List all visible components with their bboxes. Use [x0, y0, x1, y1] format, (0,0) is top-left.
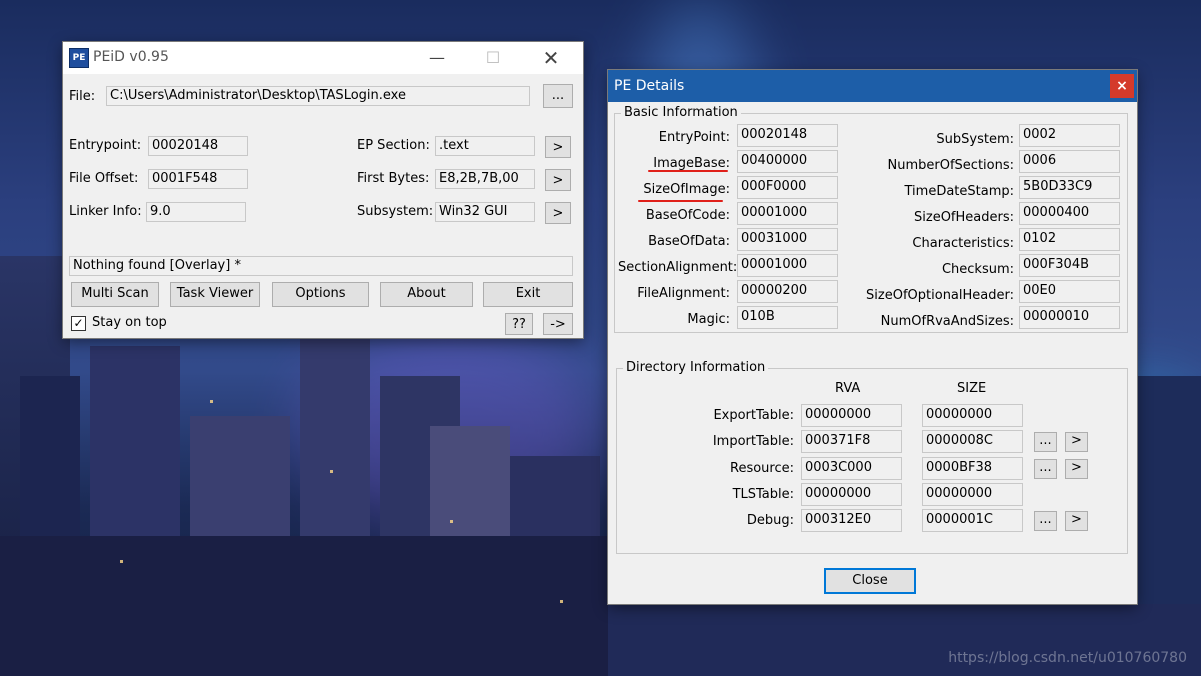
about-button[interactable]: About [380, 282, 473, 307]
basic-left-value[interactable]: 00400000 [737, 150, 838, 173]
basic-right-label: SubSystem: [936, 132, 1014, 147]
basic-right-value[interactable]: 0002 [1019, 124, 1120, 147]
stay-on-top-label: Stay on top [92, 315, 167, 330]
basic-right-label: TimeDateStamp: [904, 184, 1015, 199]
file-label: File: [69, 89, 96, 104]
rva-header: RVA [835, 381, 861, 396]
browse-button[interactable]: ... [543, 84, 573, 108]
directory-label: Debug: [746, 513, 794, 528]
directory-arrow-button[interactable]: > [1065, 459, 1088, 479]
basic-right-value[interactable]: 5B0D33C9 [1019, 176, 1120, 199]
subsystem-field[interactable]: Win32 GUI [435, 202, 535, 222]
basic-left-label: BaseOfData: [648, 234, 730, 249]
directory-info-title: Directory Information [623, 360, 769, 376]
directory-size-field[interactable]: 00000000 [922, 404, 1023, 427]
basic-left-value[interactable]: 00020148 [737, 124, 838, 147]
file-offset-field[interactable]: 0001F548 [148, 169, 248, 189]
basic-right-value[interactable]: 0006 [1019, 150, 1120, 173]
basic-left-label: SizeOfImage: [643, 182, 730, 197]
basic-left-value[interactable]: 000F0000 [737, 176, 838, 199]
basic-right-label: NumOfRvaAndSizes: [880, 314, 1014, 329]
options-button[interactable]: Options [272, 282, 369, 307]
basic-left-label: Magic: [687, 312, 730, 327]
basic-left-value[interactable]: 00001000 [737, 202, 838, 225]
directory-size-field[interactable]: 00000000 [922, 483, 1023, 506]
basic-left-label: SectionAlignment: [618, 260, 738, 275]
basic-right-label: Characteristics: [912, 236, 1014, 251]
pe-details-window: PE Details × Basic Information Directory… [608, 70, 1137, 604]
file-path-field[interactable]: C:\Users\Administrator\Desktop\TASLogin.… [106, 86, 530, 106]
basic-right-value[interactable]: 00E0 [1019, 280, 1120, 303]
basic-right-label: Checksum: [941, 262, 1014, 277]
linker-info-field[interactable]: 9.0 [146, 202, 246, 222]
directory-view-button[interactable]: ... [1034, 459, 1057, 479]
basic-left-value[interactable]: 00001000 [737, 254, 838, 277]
peid-logo-icon: PE [69, 48, 89, 68]
close-button[interactable]: Close [824, 568, 916, 594]
multi-scan-button[interactable]: Multi Scan [71, 282, 159, 307]
red-underline-annotation [638, 200, 723, 202]
watermark-text: https://blog.csdn.net/u010760780 [948, 650, 1187, 666]
close-icon[interactable]: ✕ [529, 46, 573, 70]
directory-arrow-button[interactable]: > [1065, 511, 1088, 531]
basic-left-value[interactable]: 00031000 [737, 228, 838, 251]
peid-window: PE PEiD v0.95 — ☐ ✕ File: C:\Users\Admin… [63, 42, 583, 338]
entrypoint-label: Entrypoint: [69, 138, 142, 153]
directory-rva-field[interactable]: 00000000 [801, 483, 902, 506]
first-bytes-field[interactable]: E8,2B,7B,00 [435, 169, 535, 189]
entrypoint-field[interactable]: 00020148 [148, 136, 248, 156]
pe-details-title: PE Details [614, 78, 685, 94]
basic-right-label: NumberOfSections: [887, 158, 1014, 173]
ep-section-arrow-button[interactable]: > [545, 136, 571, 158]
stay-on-top-checkbox[interactable]: ✓ [71, 316, 86, 331]
directory-size-field[interactable]: 0000008C [922, 430, 1023, 453]
subsystem-arrow-button[interactable]: > [545, 202, 571, 224]
first-bytes-label: First Bytes: [357, 171, 430, 186]
basic-right-value[interactable]: 000F304B [1019, 254, 1120, 277]
pe-details-titlebar[interactable]: PE Details × [608, 70, 1137, 102]
directory-label: ImportTable: [712, 434, 794, 449]
help-button[interactable]: ?? [505, 313, 533, 335]
window-title: PEiD v0.95 [93, 49, 169, 65]
basic-left-label: FileAlignment: [637, 286, 730, 301]
basic-left-label: EntryPoint: [658, 130, 730, 145]
directory-rva-field[interactable]: 000312E0 [801, 509, 902, 532]
directory-size-field[interactable]: 0000001C [922, 509, 1023, 532]
size-header: SIZE [957, 381, 987, 396]
basic-left-value[interactable]: 010B [737, 306, 838, 329]
directory-label: TLSTable: [732, 487, 794, 502]
red-underline-annotation [648, 170, 728, 172]
basic-left-label: BaseOfCode: [645, 208, 730, 223]
first-bytes-arrow-button[interactable]: > [545, 169, 571, 191]
ep-section-label: EP Section: [357, 138, 430, 153]
basic-right-label: SizeOfOptionalHeader: [866, 288, 1014, 303]
directory-rva-field[interactable]: 0003C000 [801, 457, 902, 480]
scan-result-field[interactable]: Nothing found [Overlay] * [69, 256, 573, 276]
basic-right-label: SizeOfHeaders: [914, 210, 1014, 225]
directory-view-button[interactable]: ... [1034, 511, 1057, 531]
directory-size-field[interactable]: 0000BF38 [922, 457, 1023, 480]
linker-info-label: Linker Info: [69, 204, 142, 219]
directory-label: Resource: [730, 461, 794, 476]
directory-arrow-button[interactable]: > [1065, 432, 1088, 452]
task-viewer-button[interactable]: Task Viewer [170, 282, 260, 307]
basic-right-value[interactable]: 00000400 [1019, 202, 1120, 225]
more-button[interactable]: -> [543, 313, 573, 335]
close-icon[interactable]: × [1110, 74, 1134, 98]
exit-button[interactable]: Exit [483, 282, 573, 307]
directory-view-button[interactable]: ... [1034, 432, 1057, 452]
basic-right-value[interactable]: 0102 [1019, 228, 1120, 251]
directory-rva-field[interactable]: 00000000 [801, 404, 902, 427]
subsystem-label: Subsystem: [357, 204, 434, 219]
directory-label: ExportTable: [713, 408, 794, 423]
basic-left-value[interactable]: 00000200 [737, 280, 838, 303]
peid-titlebar[interactable]: PE PEiD v0.95 — ☐ ✕ [63, 42, 583, 74]
basic-right-value[interactable]: 00000010 [1019, 306, 1120, 329]
file-offset-label: File Offset: [69, 171, 139, 186]
directory-rva-field[interactable]: 000371F8 [801, 430, 902, 453]
basic-info-title: Basic Information [621, 105, 741, 121]
minimize-icon[interactable]: — [415, 46, 459, 70]
maximize-icon[interactable]: ☐ [471, 46, 515, 70]
ep-section-field[interactable]: .text [435, 136, 535, 156]
